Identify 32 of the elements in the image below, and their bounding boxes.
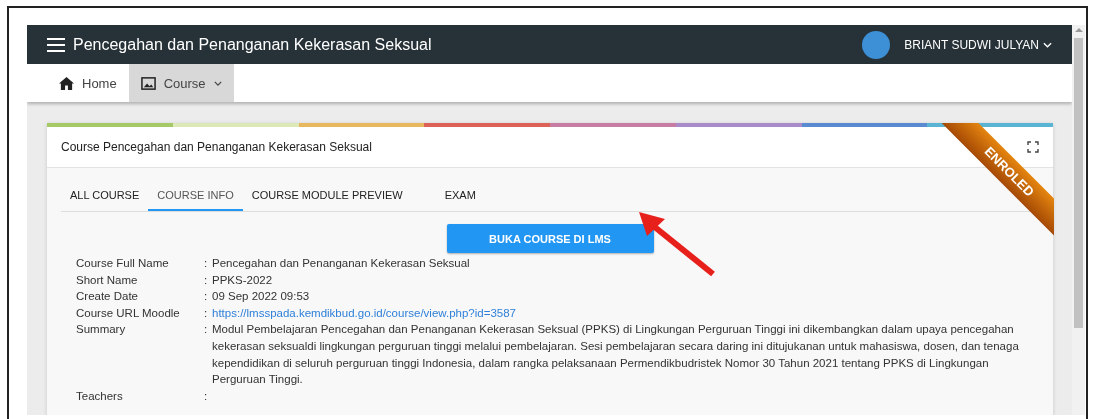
field-label: Course URL Moodle (76, 305, 181, 321)
field-value: 09 Sep 2022 09:53 (212, 289, 311, 305)
field-label: Short Name (76, 272, 139, 288)
nav-item[interactable]: Home (47, 64, 129, 102)
card-title: Course Pencegahan dan Penanganan Kekerasan Seksual (61, 140, 372, 154)
separator: : (204, 322, 209, 338)
avatar (862, 30, 891, 59)
separator: : (204, 289, 209, 305)
separator: : (204, 305, 209, 321)
field-label: Teachers (76, 388, 124, 404)
separator: : (204, 388, 209, 404)
home-icon (59, 75, 74, 91)
tab[interactable]: COURSE MODULE PREVIEW (242, 180, 412, 211)
tab[interactable]: EXAM (435, 180, 485, 211)
scrollbar[interactable] (1072, 25, 1085, 415)
tab[interactable]: COURSE INFO (148, 180, 243, 211)
tab[interactable]: ALL COURSE (61, 180, 149, 211)
field-value: PPKS-2022 (212, 272, 274, 288)
separator: : (204, 256, 209, 271)
field-value: Modul Pembelajaran Pencegahan dan Penanganan Kekerasan Seksual (PPKS) di Lingkungan Perguruan Tinggi ini dikembangkan dalam upaya pencegahan kekerasan seksualdi lingkungan perguruan tinggi melalui pembelajaran. Sesi pembelajaran secara daring ini ditujukanan untuk mahasiswa, dosen, dan tenaga kependidikan di seluruh perguruan tinggi Indonesia, dalam rangka pelaksanaan Permendikbudristek Nomor 30 Tahun 2021 tentang PPKS di Lingkungan Perguruan Tinggi. (212, 322, 1020, 388)
menu-icon[interactable] (47, 37, 65, 52)
course-link[interactable]: https://lmsspada.kemdikbud.go.id/course/view.php?id=3587 (212, 304, 1043, 322)
field-value: Pencegahan dan Penanganan Kekerasan Seksual (212, 256, 471, 271)
caret-icon (1043, 41, 1052, 48)
separator: : (204, 272, 209, 288)
image-icon (140, 75, 156, 91)
app-title: Pencegahan dan Penanganan Kekerasan Seksual (73, 35, 433, 54)
field-label: Course Full Name (76, 256, 170, 271)
field-label: Create Date (76, 289, 139, 305)
nav-item[interactable]: Course (128, 64, 234, 102)
field-label: Summary (76, 322, 127, 338)
user-menu[interactable]: BRIANT SUDWI JULYAN (898, 36, 1058, 53)
